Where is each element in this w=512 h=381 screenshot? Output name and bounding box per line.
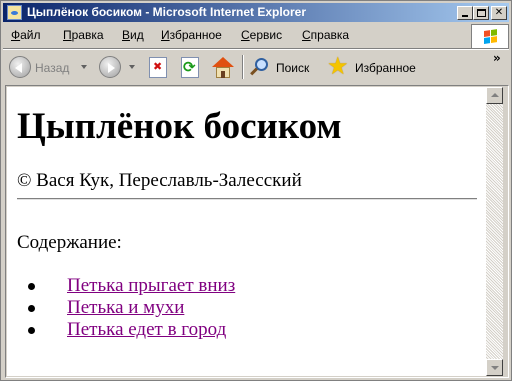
stop-button[interactable] <box>147 54 169 80</box>
favorites-button[interactable]: ★ Избранное <box>327 52 431 80</box>
menu-file[interactable]: Файл <box>11 28 41 42</box>
horizontal-rule <box>17 198 477 200</box>
search-label: Поиск <box>276 61 310 75</box>
toolbar-overflow-chevron-icon[interactable]: » <box>493 51 501 65</box>
page-heading: Цыплёнок босиком <box>17 106 342 147</box>
back-label: Назад <box>35 61 70 75</box>
back-button[interactable]: Назад <box>9 54 89 80</box>
menu-view[interactable]: Вид <box>122 28 144 42</box>
close-button[interactable]: ✕ <box>491 6 507 20</box>
favorites-label: Избранное <box>355 61 416 75</box>
menu-tools[interactable]: Сервис <box>241 28 282 42</box>
window-title: Цыплёнок босиком - Microsoft Internet Ex… <box>27 5 307 19</box>
forward-dropdown-icon[interactable] <box>129 65 135 69</box>
menu-favorites[interactable]: Избранное <box>161 28 222 42</box>
home-icon <box>211 57 235 79</box>
refresh-button[interactable] <box>179 54 201 80</box>
scroll-down-button[interactable] <box>486 359 503 376</box>
search-button[interactable]: Поиск <box>249 54 321 80</box>
minimize-icon <box>462 15 468 17</box>
page-viewport: Цыплёнок босиком © Вася Кук, Переславль-… <box>7 87 486 376</box>
refresh-icon <box>181 57 199 78</box>
windows-flag-icon <box>484 29 498 45</box>
toc-link[interactable]: Петька прыгает вниз <box>67 275 235 297</box>
maximize-button[interactable] <box>473 6 489 20</box>
forward-arrow-icon <box>99 56 121 78</box>
favorites-star-icon: ★ <box>327 52 349 80</box>
windows-logo <box>471 24 509 50</box>
bullet-icon <box>28 283 35 290</box>
vertical-scrollbar[interactable] <box>486 87 503 376</box>
back-dropdown-icon[interactable] <box>81 65 87 69</box>
back-arrow-icon <box>9 56 31 78</box>
toc-link[interactable]: Петька и мухи <box>67 297 184 319</box>
page-byline: © Вася Кук, Переславль-Залесский <box>17 170 302 191</box>
menu-help[interactable]: Справка <box>302 28 349 42</box>
forward-button[interactable] <box>99 54 139 80</box>
toolbar-divider <box>242 55 244 79</box>
toolbar: Назад Поиск ★ Избранное » <box>3 51 509 83</box>
bullet-icon <box>28 327 35 334</box>
browser-window: Цыплёнок босиком - Microsoft Internet Ex… <box>0 0 512 381</box>
menu-edit[interactable]: Правка <box>63 28 104 42</box>
toc-link[interactable]: Петька едет в город <box>67 319 226 341</box>
maximize-icon <box>477 9 486 17</box>
minimize-button[interactable] <box>457 6 473 20</box>
stop-icon <box>149 57 167 78</box>
toc-label: Содержание: <box>17 232 122 253</box>
close-icon: ✕ <box>494 7 504 18</box>
menu-bar: Файл Правка Вид Избранное Сервис Справка <box>3 24 469 46</box>
scroll-up-button[interactable] <box>486 87 503 104</box>
menu-toolbar-divider <box>3 48 509 50</box>
search-icon <box>249 57 271 79</box>
ie-page-icon[interactable] <box>7 5 22 20</box>
bullet-icon <box>28 305 35 312</box>
title-bar[interactable]: Цыплёнок босиком - Microsoft Internet Ex… <box>3 3 509 22</box>
home-button[interactable] <box>209 54 237 80</box>
